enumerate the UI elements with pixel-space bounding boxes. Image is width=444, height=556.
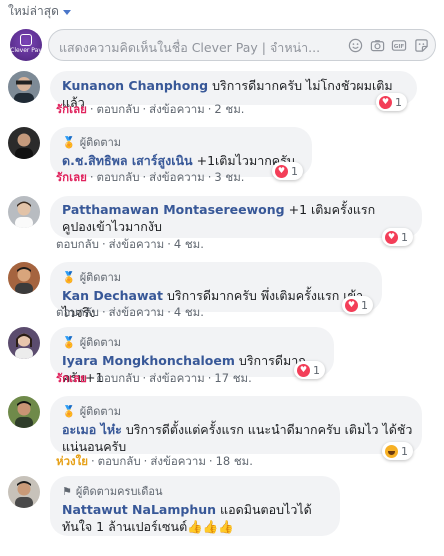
commenter-name[interactable]: Patthamawan Montasereewong [62, 202, 285, 217]
heart-icon: ♥ [385, 230, 398, 244]
comment-item: 🏅 ผู้ติดตาม ด.ช.สิทธิพล เสาร์สูงเนิน +1เติ… [8, 127, 438, 187]
chevron-down-icon [62, 10, 71, 15]
heart-icon: ♥ [275, 164, 288, 178]
commenter-name[interactable]: อะเมอ ไห๋ะ [62, 422, 122, 437]
comment-actions: รักเลย · ตอบกลับ · ส่งข้อความ · 3 ชม. [56, 170, 245, 184]
timestamp[interactable]: 2 ชม. [214, 102, 244, 116]
reply-button[interactable]: ตอบกลับ [56, 305, 99, 319]
badge-icon: 🏅 [62, 135, 76, 149]
svg-text:GIF: GIF [394, 43, 405, 49]
reaction-count: 1 [395, 95, 402, 109]
badge-icon: 🏅 [62, 270, 76, 284]
sort-dropdown[interactable]: ใหม่ล่าสุด [8, 2, 71, 21]
comment-actions: ตอบกลับ · ส่งข้อความ · 4 ชม. [56, 305, 204, 319]
care-reaction-button[interactable]: ห่วงใย [56, 454, 88, 468]
avatar[interactable] [8, 262, 40, 294]
timestamp[interactable]: 17 ชม. [214, 371, 251, 385]
comment-item: 🏅 ผู้ติดตาม Kan Dechawat บริการดีมากครับ พ… [8, 262, 438, 322]
reaction-count: 1 [313, 363, 320, 377]
reply-button[interactable]: ตอบกลับ [97, 371, 140, 385]
heart-icon: ♥ [379, 95, 392, 109]
comment-item: ⚑ ผู้ติดตามครบเดือน Nattawut NaLamphun แอด… [8, 476, 438, 552]
commenter-name[interactable]: Kunanon Chanphong [62, 78, 208, 93]
comment-input[interactable]: แสดงความคิดเห็นในชื่อ Clever Pay | จำหน่… [48, 29, 436, 61]
follower-badge: ผู้ติดตาม [79, 271, 122, 284]
sort-label: ใหม่ล่าสุด [8, 4, 59, 18]
badge-icon: 🏅 [62, 335, 76, 349]
love-reaction-button[interactable]: รักเลย [56, 102, 87, 116]
emoji-icon[interactable] [347, 37, 363, 53]
love-reaction-button[interactable]: รักเลย [56, 371, 87, 385]
commenter-name[interactable]: ด.ช.สิทธิพล เสาร์สูงเนิน [62, 153, 193, 168]
reply-button[interactable]: ตอบกลับ [98, 454, 141, 468]
timestamp[interactable]: 4 ชม. [174, 237, 204, 251]
commenter-name[interactable]: Kan Dechawat [62, 288, 163, 303]
reaction-summary[interactable]: 1 [382, 442, 413, 460]
avatar[interactable] [8, 196, 40, 228]
avatar[interactable] [8, 71, 40, 103]
timestamp[interactable]: 4 ชม. [174, 305, 204, 319]
follower-badge: ผู้ติดตามครบเดือน [75, 485, 163, 498]
commenter-name[interactable]: Nattawut NaLamphun [62, 502, 216, 517]
message-button[interactable]: ส่งข้อความ [149, 371, 205, 385]
sticker-icon[interactable] [413, 37, 429, 53]
badge-icon: ⚑ [62, 484, 72, 498]
comment-item: Kunanon Chanphong บริการดีมากครับ ไม่โกงช… [8, 71, 438, 121]
haha-icon [385, 444, 398, 458]
comment-actions: ห่วงใย · ตอบกลับ · ส่งข้อความ · 18 ชม. [56, 454, 253, 468]
badge-icon: 🏅 [62, 404, 76, 418]
comment-composer: Clever Pay แสดงความคิดเห็นในชื่อ Clever … [8, 27, 438, 63]
message-button[interactable]: ส่งข้อความ [109, 305, 165, 319]
reaction-summary[interactable]: ♥ 1 [382, 228, 413, 246]
reaction-summary[interactable]: ♥ 1 [342, 296, 373, 314]
page-avatar: Clever Pay [10, 29, 42, 61]
avatar[interactable] [8, 476, 40, 508]
comment-item: Patthamawan Montasereewong +1 เติมครั้งแร… [8, 196, 438, 256]
reaction-count: 1 [291, 164, 298, 178]
reaction-summary[interactable]: ♥ 1 [294, 361, 325, 379]
heart-icon: ♥ [297, 363, 310, 377]
comment-bubble: Patthamawan Montasereewong +1 เติมครั้งแร… [50, 196, 422, 238]
reaction-count: 1 [401, 230, 408, 244]
message-button[interactable]: ส่งข้อความ [150, 454, 206, 468]
heart-icon: ♥ [345, 298, 358, 312]
comment-actions: รักเลย · ตอบกลับ · ส่งข้อความ · 2 ชม. [56, 102, 245, 116]
timestamp[interactable]: 18 ชม. [216, 454, 253, 468]
love-reaction-button[interactable]: รักเลย [56, 170, 87, 184]
message-button[interactable]: ส่งข้อความ [109, 237, 165, 251]
logo-icon [20, 34, 32, 46]
comment-placeholder: แสดงความคิดเห็นในชื่อ Clever Pay | จำหน่… [59, 40, 321, 55]
reaction-count: 1 [361, 298, 368, 312]
reply-button[interactable]: ตอบกลับ [56, 237, 99, 251]
comment-actions: ตอบกลับ · ส่งข้อความ · 4 ชม. [56, 237, 204, 251]
avatar[interactable] [8, 396, 40, 428]
avatar[interactable] [8, 327, 40, 359]
reply-button[interactable]: ตอบกลับ [97, 102, 140, 116]
follower-badge: ผู้ติดตาม [79, 336, 122, 349]
message-button[interactable]: ส่งข้อความ [149, 102, 205, 116]
camera-icon[interactable] [369, 37, 385, 53]
comment-bubble: Kunanon Chanphong บริการดีมากครับ ไม่โกงช… [50, 71, 417, 110]
gif-icon[interactable]: GIF [391, 37, 407, 53]
reaction-summary[interactable]: ♥ 1 [376, 93, 407, 111]
comment-item: 🏅 ผู้ติดตาม Iyara Mongkhonchaloem บริการดี… [8, 327, 438, 387]
reaction-summary[interactable]: ♥ 1 [272, 162, 303, 180]
message-button[interactable]: ส่งข้อความ [149, 170, 205, 184]
follower-badge: ผู้ติดตาม [79, 136, 122, 149]
follower-badge: ผู้ติดตาม [79, 405, 122, 418]
commenter-name[interactable]: Iyara Mongkhonchaloem [62, 353, 235, 368]
reply-button[interactable]: ตอบกลับ [97, 170, 140, 184]
reaction-count: 1 [401, 444, 408, 458]
comment-bubble: 🏅 ผู้ติดตาม อะเมอ ไห๋ะ บริการดีตั้งแต่ครั้… [50, 396, 422, 454]
timestamp[interactable]: 3 ชม. [214, 170, 244, 184]
avatar[interactable] [8, 127, 40, 159]
comment-bubble: ⚑ ผู้ติดตามครบเดือน Nattawut NaLamphun แอด… [50, 476, 340, 536]
page-logo-text: Clever Pay [10, 47, 42, 54]
comment-actions: รักเลย · ตอบกลับ · ส่งข้อความ · 17 ชม. [56, 371, 252, 385]
comment-item: 🏅 ผู้ติดตาม อะเมอ ไห๋ะ บริการดีตั้งแต่ครั้… [8, 396, 438, 468]
